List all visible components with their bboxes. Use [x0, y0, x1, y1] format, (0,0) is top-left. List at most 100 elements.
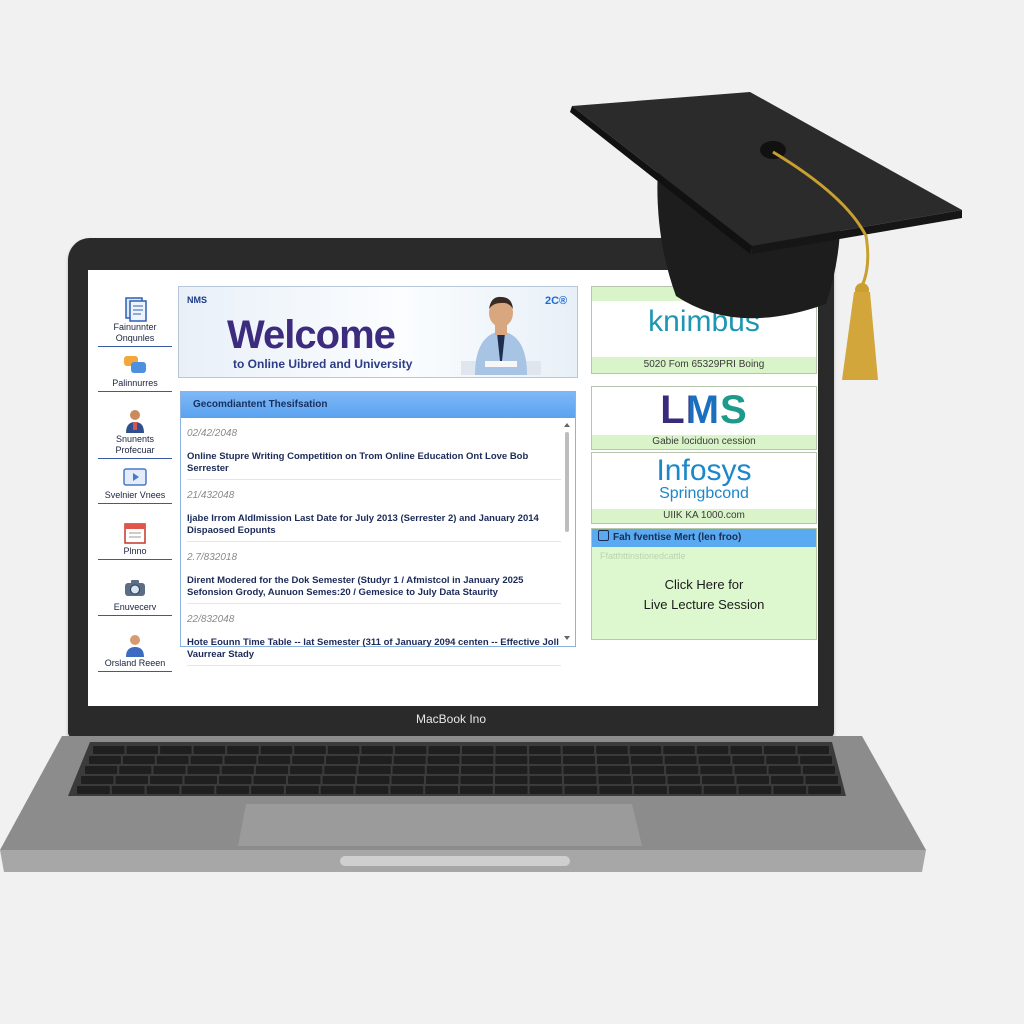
keyboard-key [251, 786, 284, 794]
news-title[interactable]: Online Stupre Writing Competition on Tro… [187, 451, 561, 480]
keyboard-key [800, 756, 832, 764]
infosys-subname: Springbcond [659, 485, 749, 502]
news-title[interactable]: Ijabe Irrom AldImission Last Date for Ju… [187, 513, 561, 542]
keyboard-key [326, 756, 358, 764]
sidebar-item-5[interactable]: Enuvecerv [96, 576, 174, 632]
news-title[interactable]: Hote Eounn Time Table -- lat Semester (3… [187, 637, 561, 666]
sidebar-item-0[interactable]: Fainunnter Onqunles [96, 296, 174, 352]
sidebar-item-3[interactable]: Svelnier Vnees [96, 464, 174, 520]
sidebar-item-label: Snunents Profecuar [98, 434, 172, 459]
keyboard-key [495, 756, 528, 764]
keyboard-key [738, 786, 772, 794]
news-date: 02/42/2048 [187, 428, 238, 439]
news-title[interactable]: Dirent Modered for the Dok Semester (Stu… [187, 575, 561, 604]
sidebar-item-2[interactable]: Snunents Profecuar [96, 408, 174, 464]
keyboard-key [696, 746, 729, 754]
keyboard-key [773, 786, 807, 794]
news-scrollbar[interactable] [563, 422, 571, 642]
news-date: 21/432048 [187, 490, 235, 501]
sidebar-item-4[interactable]: Plnno [96, 520, 174, 576]
keyboard-key [563, 756, 595, 764]
keyboard-key [730, 746, 762, 754]
keyboard-key [425, 786, 458, 794]
laptop-base [0, 732, 926, 882]
sidebar-item-label: Plnno [98, 546, 172, 560]
keyboard-key [359, 756, 392, 764]
keyboard-key [734, 766, 767, 774]
live-lecture-link-line1: Click Here for [664, 577, 744, 592]
keyboard-key [426, 776, 459, 784]
keyboard-key [224, 756, 257, 764]
keyboard-key [355, 786, 389, 794]
device-label: MacBook Ino [415, 712, 487, 726]
keyboard-key [597, 756, 629, 764]
sidebar-item-label: Svelnier Vnees [98, 490, 172, 504]
calendar-icon [122, 520, 148, 546]
keyboard-key [260, 746, 293, 754]
welcome-subtitle: to Online Uibred and University [233, 357, 413, 371]
keyboard-key [427, 756, 460, 764]
keyboard-key [771, 776, 804, 784]
keyboard-key [495, 776, 528, 784]
keyboard-key [184, 776, 217, 784]
keyboard-key [634, 786, 667, 794]
keyboard-key [255, 766, 289, 774]
lms-panel[interactable]: LMS Gabie lociduon cession [591, 386, 817, 450]
keyboard-key [390, 786, 424, 794]
sidebar-item-1[interactable]: Palinnurres [96, 352, 174, 408]
keyboard-key [181, 786, 215, 794]
keyboard-key [529, 766, 562, 774]
keyboard-key [462, 746, 494, 754]
keyboard-key [290, 766, 323, 774]
keyboard-key [631, 766, 665, 774]
infosys-panel[interactable]: Infosys Springbcond UIIK KA 1000.com [591, 452, 817, 524]
keyboard-key [115, 776, 148, 784]
keyboard-key [89, 756, 121, 764]
announcements-list: 02/42/2048 Online Stupre Writing Competi… [181, 428, 575, 666]
keyboard-key [253, 776, 286, 784]
keyboard-key [227, 746, 259, 754]
infosys-footer: UIIK KA 1000.com [592, 509, 816, 523]
keyboard-key [768, 766, 801, 774]
chat-icon [122, 352, 148, 378]
welcome-banner: NMS 2C® Welcome to Online Uibred and Uni… [178, 286, 578, 378]
keyboard-key [564, 776, 597, 784]
keyboard-key [81, 776, 114, 784]
keyboard-key [633, 776, 666, 784]
keyboard-key [700, 766, 733, 774]
keyboard-key [393, 756, 426, 764]
keyboard-key [797, 746, 829, 754]
list-item[interactable]: 02/42/2048 Online Stupre Writing Competi… [187, 428, 561, 480]
welcome-title: Welcome [227, 313, 396, 357]
keyboard-key [460, 776, 493, 784]
live-lecture-panel[interactable]: Fah fventise Mert (len froo) Ffatthttins… [591, 528, 817, 640]
list-item[interactable]: 2.7/832018 Dirent Modered for the Dok Se… [187, 552, 561, 604]
live-lecture-link[interactable]: Click Here for Live Lecture Session [592, 575, 816, 615]
keyboard-key [258, 756, 291, 764]
list-item[interactable]: 22/832048 Hote Eounn Time Table -- lat S… [187, 614, 561, 666]
keyboard-key [153, 766, 186, 774]
sidebar-item-6[interactable]: Orsland Reeen [96, 632, 174, 688]
info-icon [598, 530, 609, 541]
keyboard-key [596, 746, 628, 754]
live-lecture-header-text: Fah fventise Mert (len froo) [613, 532, 742, 543]
keyboard-key [294, 746, 326, 754]
graduation-cap-illustration [566, 86, 966, 386]
keyboard-key [529, 746, 561, 754]
keyboard-key [150, 776, 183, 784]
keyboard-key [391, 776, 424, 784]
keyboard-key [358, 766, 391, 774]
presenter-photo [461, 291, 541, 375]
keyboard-key [494, 786, 528, 794]
keyboard-key [288, 776, 321, 784]
keyboard-key [736, 776, 769, 784]
keyboard-key [122, 756, 155, 764]
keyboard-key [322, 776, 355, 784]
keyboard-key [808, 786, 841, 794]
list-item[interactable]: 21/432048 Ijabe Irrom AldImission Last D… [187, 490, 561, 542]
keyboard-key [599, 786, 633, 794]
keyboard-key [529, 786, 563, 794]
keyboard-key [563, 766, 596, 774]
news-date: 2.7/832018 [187, 552, 238, 563]
keyboard-key [327, 746, 360, 754]
